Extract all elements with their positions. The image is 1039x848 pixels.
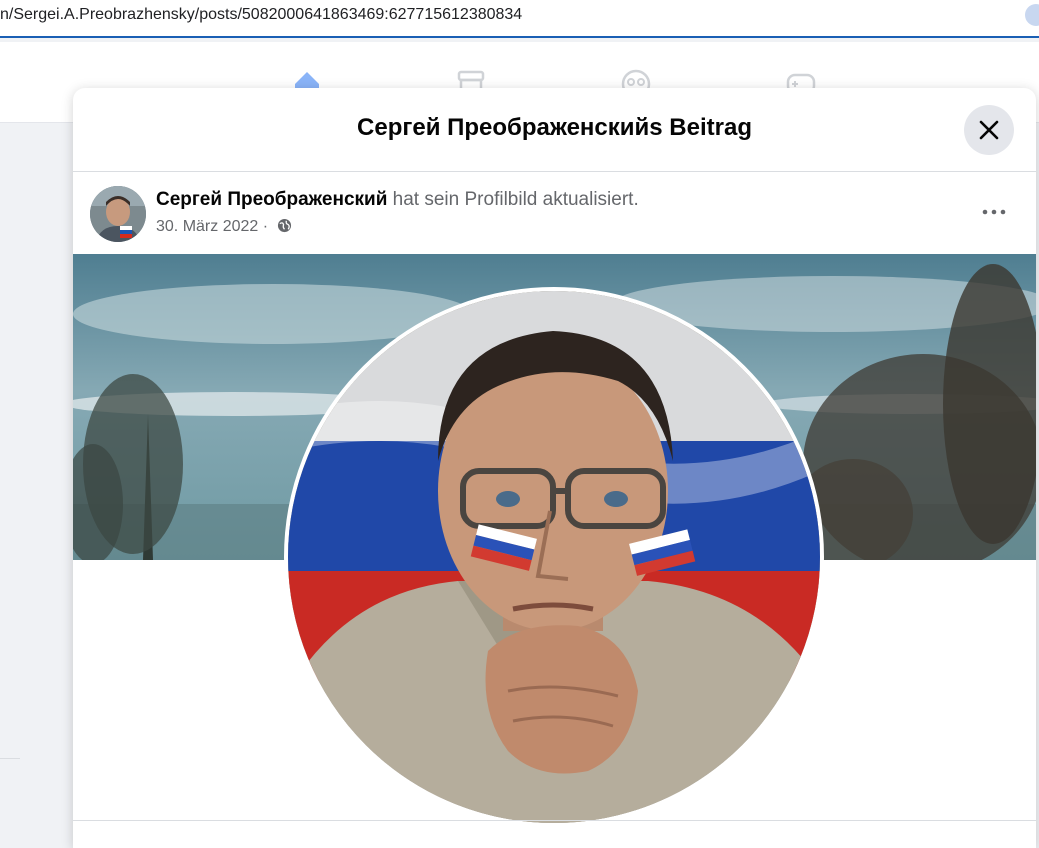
sidebar-divider: [0, 758, 20, 759]
globe-icon[interactable]: [277, 218, 292, 233]
close-icon: [979, 120, 999, 140]
url-text[interactable]: n/Sergei.A.Preobrazhensky/posts/50820006…: [0, 6, 522, 24]
browser-profile-icon[interactable]: [1025, 4, 1039, 26]
more-horizontal-icon: [982, 209, 1006, 215]
author-name[interactable]: Сергей Преображенский: [156, 189, 387, 210]
post-action-text: hat sein Profilbild aktualisiert.: [392, 189, 639, 210]
profile-picture[interactable]: [284, 287, 824, 827]
post-date[interactable]: 30. März 2022: [156, 218, 258, 235]
post-author-line: Сергей Преображенский hat sein Profilbil…: [156, 189, 639, 211]
modal-bottom-divider: [73, 820, 1036, 821]
post-meta: 30. März 2022 ·: [156, 218, 292, 236]
close-button[interactable]: [964, 105, 1014, 155]
post-modal: Сергей Преображенскийs Beitrag Сергей Пр…: [73, 88, 1036, 848]
modal-header: Сергей Преображенскийs Beitrag: [73, 88, 1036, 172]
left-sidebar: [0, 123, 72, 828]
avatar[interactable]: [90, 186, 146, 242]
browser-url-bar[interactable]: n/Sergei.A.Preobrazhensky/posts/50820006…: [0, 0, 1039, 38]
profile-image: [288, 291, 820, 823]
post-header: Сергей Преображенский hat sein Profilbil…: [73, 172, 1036, 252]
modal-title: Сергей Преображенскийs Beitrag: [357, 114, 752, 141]
avatar-image: [90, 186, 146, 242]
meta-separator: ·: [262, 218, 269, 235]
more-options-button[interactable]: [976, 194, 1012, 230]
